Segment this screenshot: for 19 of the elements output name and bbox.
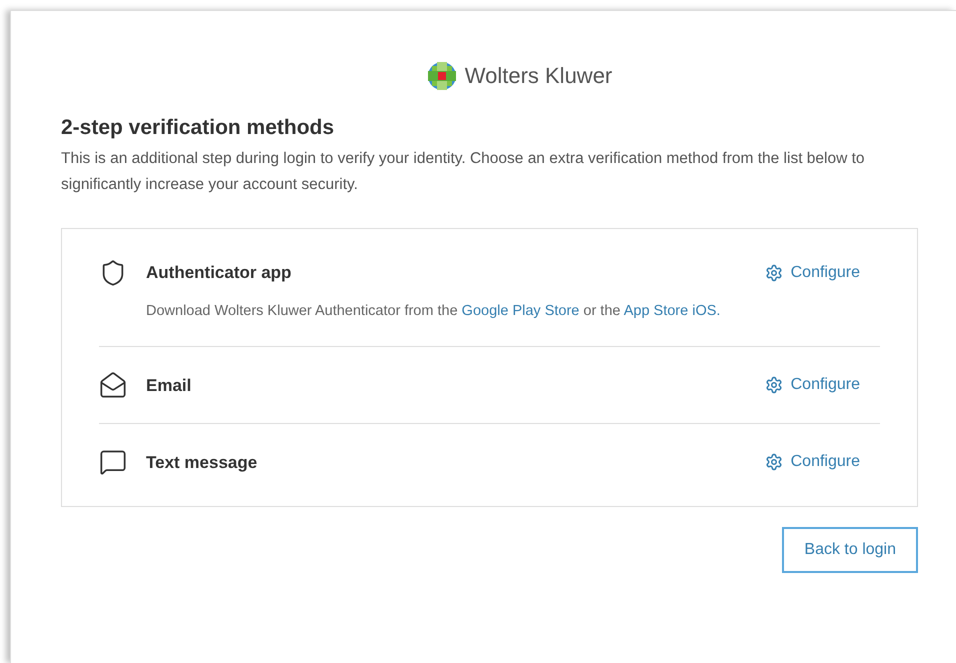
gear-icon — [764, 376, 783, 394]
intro-text: This is an additional step during login to verify your identity. Choose an extra verification method from the list below to significantly increase your account security. — [61, 148, 866, 194]
configure-link[interactable]: Configure — [764, 450, 860, 474]
gear-icon — [764, 453, 783, 472]
configure-link[interactable]: Configure — [764, 260, 860, 284]
envelope-icon — [99, 371, 127, 400]
method-name: Authenticator app — [146, 262, 292, 284]
store-link[interactable]: Google Play Store — [462, 302, 580, 318]
speech-bubble-icon — [99, 448, 127, 476]
store-link[interactable]: App Store iOS. — [624, 302, 720, 318]
page-heading: 2-step verification methods — [61, 115, 336, 141]
back-to-login-button[interactable]: Back to login — [782, 527, 918, 574]
configure-link[interactable]: Configure — [764, 373, 860, 398]
brand-name: Wolters Kluwer — [464, 62, 612, 90]
method-name: Email — [146, 374, 192, 396]
method-name: Text message — [146, 452, 258, 474]
gear-icon — [764, 264, 783, 282]
logo-icon — [426, 60, 457, 90]
method-description: Download Wolters Kluwer Authenticator from the Google Play Store or the App Store iOS. — [146, 302, 722, 320]
